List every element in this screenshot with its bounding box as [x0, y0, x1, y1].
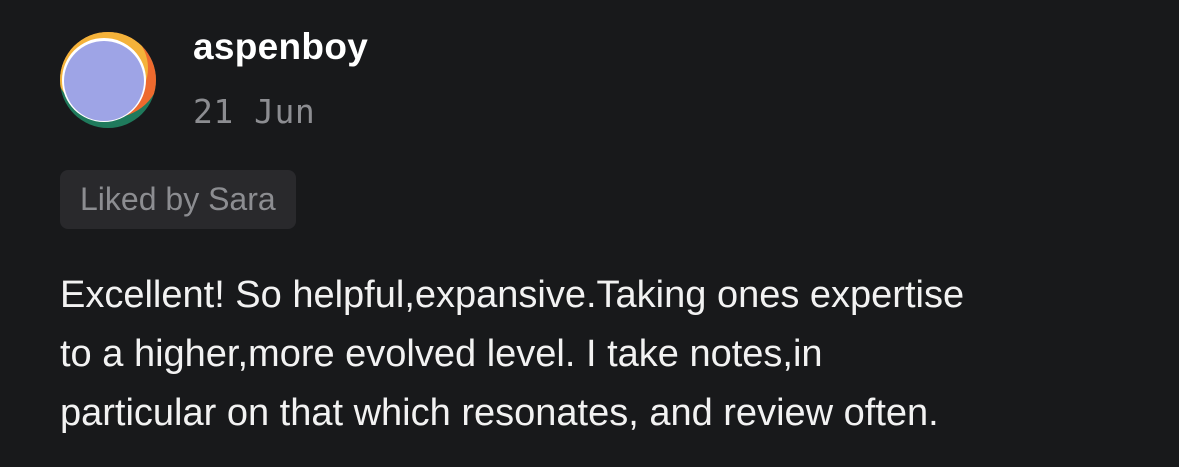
- author-name[interactable]: aspenboy: [193, 26, 368, 68]
- review-body-line: to a higher,more evolved level. I take n…: [60, 333, 823, 375]
- review-card: aspenboy 21 Jun Liked by Sara Excellent!…: [0, 0, 1179, 467]
- review-body-line: particular on that which resonates, and …: [60, 392, 939, 434]
- avatar[interactable]: [58, 30, 158, 130]
- review-body: Excellent! So helpful,expansive.Taking o…: [60, 266, 1150, 443]
- review-body-line: Excellent! So helpful,expansive.Taking o…: [60, 274, 965, 316]
- avatar-image-icon: [60, 32, 156, 128]
- review-date: 21 Jun: [193, 92, 316, 131]
- liked-by-badge: Liked by Sara: [60, 170, 296, 229]
